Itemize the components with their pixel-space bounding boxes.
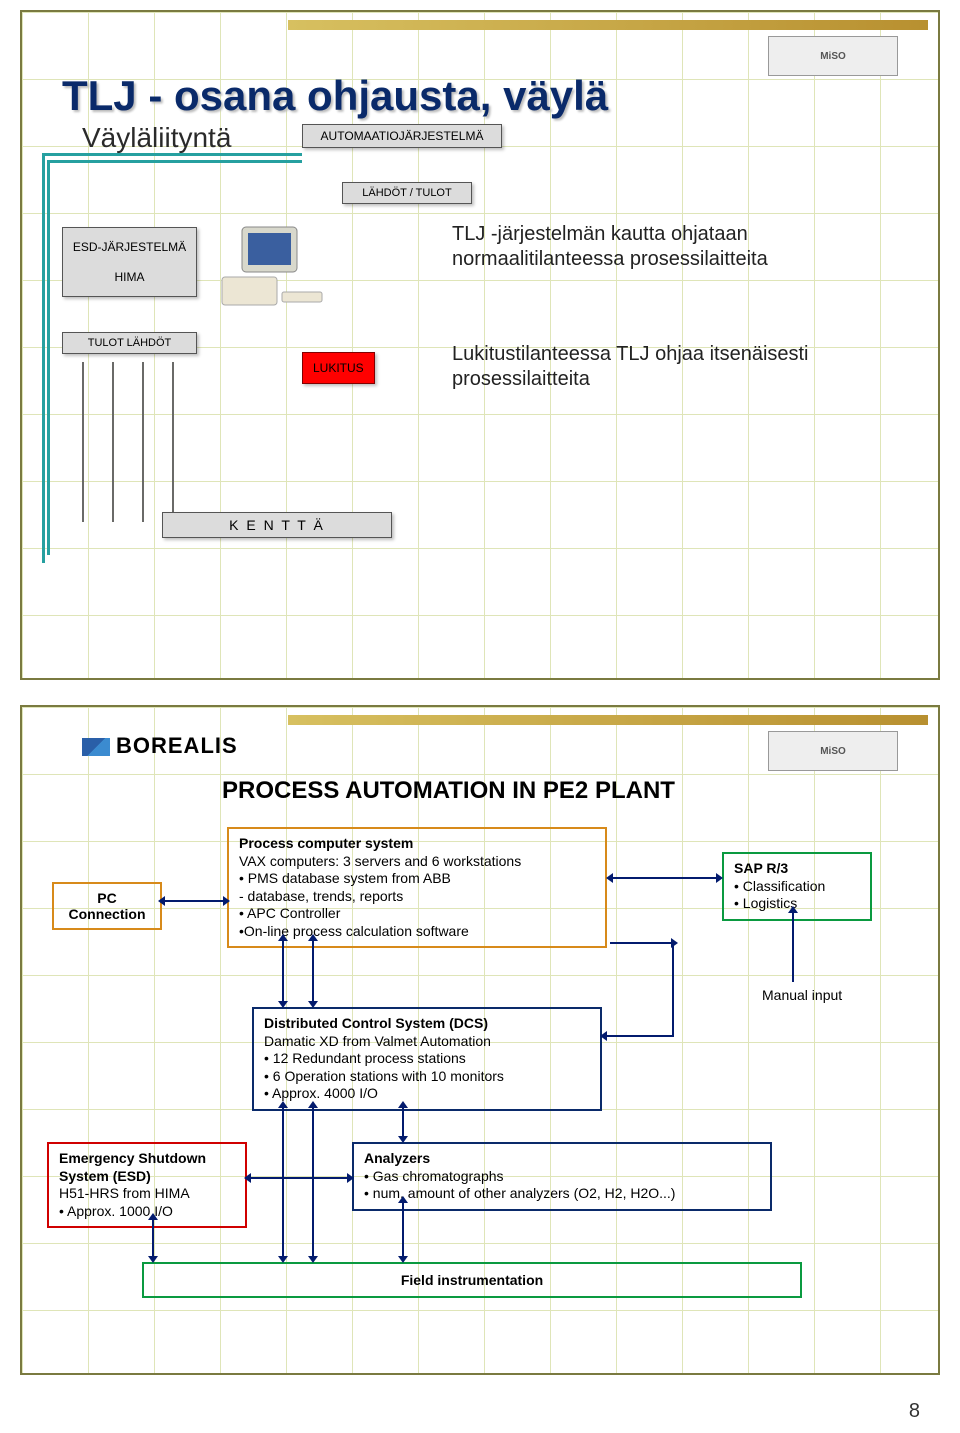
process-l2: • PMS database system from ABB: [239, 870, 595, 888]
esd-box-2: Emergency Shutdown System (ESD) H51-HRS …: [47, 1142, 247, 1228]
esd-l1: H51-HRS from HIMA: [59, 1185, 235, 1203]
io-box: LÄHDÖT / TULOT: [342, 182, 472, 204]
process-l1: VAX computers: 3 servers and 6 workstati…: [239, 853, 595, 871]
borealis-logo: BOREALIS: [82, 733, 238, 759]
computer-icon: [212, 222, 332, 312]
dcs-l4: • Approx. 4000 I/O: [264, 1085, 590, 1103]
connector: [792, 912, 794, 982]
slide-title: TLJ - osana ohjausta, väylä: [62, 72, 608, 120]
connector: [612, 877, 717, 879]
analyzers-heading: Analyzers: [364, 1150, 760, 1168]
sap-heading: SAP R/3: [734, 860, 860, 878]
analyzers-l1: • Gas chromatographs: [364, 1168, 760, 1186]
dcs-l1: Damatic XD from Valmet Automation: [264, 1033, 590, 1051]
pc-connection-box: PC Connection: [52, 882, 162, 930]
slide-subtitle: Väyläliityntä: [82, 122, 231, 154]
process-l3: - database, trends, reports: [239, 888, 595, 906]
esd-label: ESD-JÄRJESTELMÄ: [69, 240, 190, 254]
body-text-2: Lukitustilanteessa TLJ ohjaa itsenäisest…: [452, 342, 872, 392]
tulot-box: TULOT LÄHDÖT: [62, 332, 197, 354]
esd-l2: • Approx. 1000 I/O: [59, 1203, 235, 1221]
dcs-l2: • 12 Redundant process stations: [264, 1050, 590, 1068]
dcs-box: Distributed Control System (DCS) Damatic…: [252, 1007, 602, 1111]
connector: [610, 942, 672, 944]
dcs-heading: Distributed Control System (DCS): [264, 1015, 590, 1033]
connector: [152, 1219, 154, 1257]
top-stripe-2: [288, 715, 928, 725]
top-stripe: [288, 20, 928, 30]
lukitus-box: LUKITUS: [302, 352, 375, 384]
process-l4: • APC Controller: [239, 905, 595, 923]
process-heading: Process computer system: [239, 835, 595, 853]
connector: [402, 1202, 404, 1257]
connector: [312, 1107, 314, 1257]
process-computer-box: Process computer system VAX computers: 3…: [227, 827, 607, 948]
body-text-1: TLJ -järjestelmän kautta ohjataan normaa…: [452, 222, 872, 272]
field-instrumentation-box: Field instrumentation: [142, 1262, 802, 1298]
page-number: 8: [0, 1400, 960, 1423]
slide-2: MiSO BOREALIS PROCESS AUTOMATION IN PE2 …: [20, 705, 940, 1375]
connector: [312, 940, 314, 1002]
miso-logo-2: MiSO: [768, 731, 898, 771]
analyzers-box: Analyzers • Gas chromatographs • num. am…: [352, 1142, 772, 1211]
process-l5: •On-line process calculation software: [239, 923, 595, 941]
esd-box: ESD-JÄRJESTELMÄ HIMA: [62, 227, 197, 297]
connector: [402, 1107, 404, 1137]
sap-l1: • Classification: [734, 878, 860, 896]
manual-input-label: Manual input: [762, 987, 842, 1005]
connector: [164, 900, 224, 902]
connector: [282, 940, 284, 1002]
connector: [250, 1177, 348, 1179]
kentta-box: K E N T T Ä: [162, 512, 392, 538]
connector: [606, 1035, 674, 1037]
connector: [282, 1107, 284, 1257]
slide2-title: PROCESS AUTOMATION IN PE2 PLANT: [222, 777, 675, 805]
esd-heading: Emergency Shutdown System (ESD): [59, 1150, 235, 1185]
analyzers-l2: • num. amount of other analyzers (O2, H2…: [364, 1185, 760, 1203]
miso-logo: MiSO: [768, 36, 898, 76]
connector: [672, 942, 674, 1037]
hima-label: HIMA: [69, 270, 190, 284]
automation-system-box: AUTOMAATIOJÄRJESTELMÄ: [302, 124, 502, 148]
slide-1: MiSO TLJ - osana ohjausta, väylä Väyläli…: [20, 10, 940, 680]
dcs-l3: • 6 Operation stations with 10 monitors: [264, 1068, 590, 1086]
